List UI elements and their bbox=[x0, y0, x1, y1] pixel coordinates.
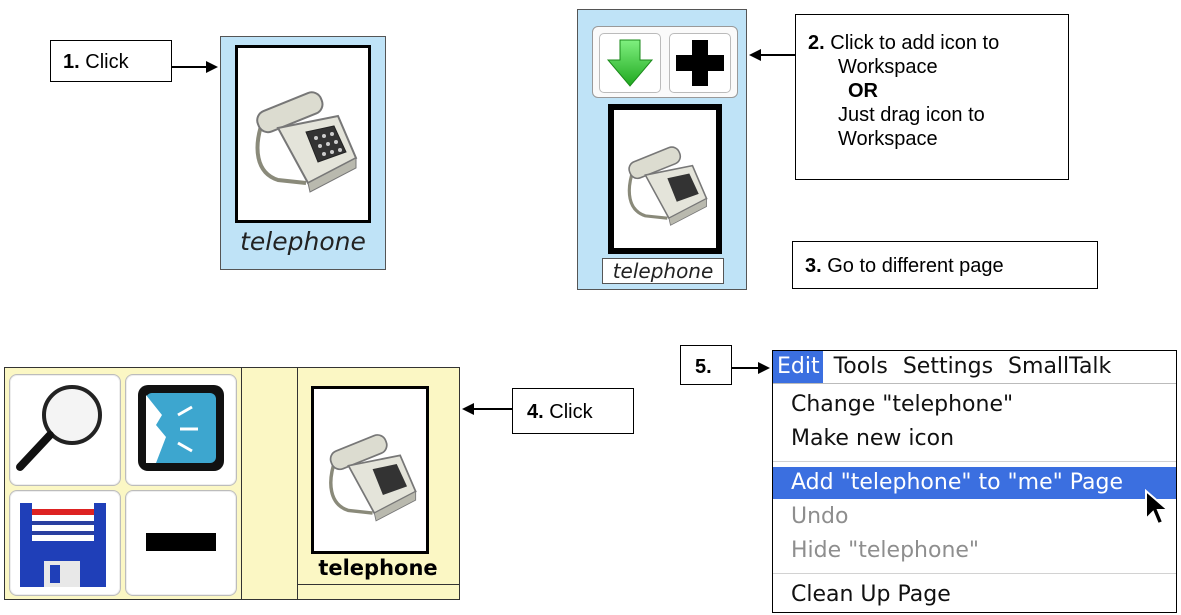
step1-text: Click bbox=[85, 51, 129, 73]
icon-toolbar bbox=[592, 26, 738, 98]
workspace-tile-magnifier[interactable] bbox=[9, 374, 121, 486]
icon-card-label: telephone bbox=[240, 227, 366, 256]
menu-item-clean-up-page[interactable]: Clean Up Page bbox=[773, 579, 1176, 611]
menu-settings[interactable]: Settings bbox=[899, 354, 997, 379]
menu-separator-2 bbox=[773, 573, 1176, 574]
cursor-arrow-icon bbox=[1145, 489, 1171, 526]
floppy-save-icon bbox=[20, 503, 106, 587]
selected-icon-label: telephone bbox=[602, 258, 724, 284]
workspace-card-label: telephone bbox=[318, 556, 438, 580]
workspace-tile-save[interactable] bbox=[9, 490, 121, 596]
menu-item-undo: Undo bbox=[791, 504, 849, 529]
workspace-panel: telephone bbox=[4, 367, 460, 600]
telephone-icon bbox=[627, 146, 708, 226]
add-to-workspace-down-button[interactable] bbox=[599, 33, 661, 93]
menu-separator bbox=[773, 461, 1176, 462]
step4-callout: 4. Click bbox=[512, 388, 634, 434]
menu-smalltalk[interactable]: SmallTalk bbox=[1004, 354, 1115, 379]
menu-tools[interactable]: Tools bbox=[830, 354, 892, 379]
minus-bar-icon bbox=[146, 533, 216, 551]
menu-item-hide-telephone: Hide "telephone" bbox=[791, 538, 980, 563]
step1-callout: 1. Click bbox=[50, 40, 172, 82]
workspace-telephone-card[interactable] bbox=[311, 386, 429, 554]
step4-arrow bbox=[462, 403, 512, 415]
telephone-icon bbox=[255, 91, 358, 193]
speaker-icon bbox=[138, 385, 224, 471]
step2-line4: Workspace bbox=[838, 128, 938, 150]
step5-number: 5. bbox=[695, 356, 712, 378]
step2-callout: 2. Click to add icon to Workspace OR Jus… bbox=[795, 14, 1069, 180]
step5-arrow bbox=[732, 362, 770, 374]
menu-item-add-telephone-to-me-page[interactable]: Add "telephone" to "me" Page bbox=[773, 467, 1176, 499]
step3-number: 3. bbox=[805, 255, 822, 277]
menu-edit[interactable]: Edit bbox=[773, 351, 823, 383]
magnifier-icon bbox=[16, 385, 102, 471]
step2-or: OR bbox=[848, 80, 878, 102]
step2-line1: Click to add icon to bbox=[830, 32, 1000, 54]
menu-item-make-new-icon[interactable]: Make new icon bbox=[773, 423, 1176, 455]
step2-number: 2. bbox=[808, 32, 825, 54]
telephone-icon bbox=[329, 434, 417, 522]
step3-text: Go to different page bbox=[827, 255, 1004, 277]
step2-arrow bbox=[749, 49, 795, 61]
menu-item-change-telephone[interactable]: Change "telephone" bbox=[773, 389, 1176, 421]
plus-icon bbox=[676, 40, 724, 86]
step2-line2: Workspace bbox=[838, 56, 938, 78]
workspace-tile-speaker[interactable] bbox=[125, 374, 237, 486]
step5-callout: 5. bbox=[680, 345, 732, 385]
icon-card-telephone[interactable]: telephone bbox=[220, 36, 386, 270]
icon-card-frame bbox=[235, 45, 371, 223]
step4-text: Click bbox=[549, 401, 593, 423]
menu-bar: Edit Tools Settings SmallTalk bbox=[773, 351, 1176, 384]
selected-icon-panel: telephone bbox=[577, 9, 747, 290]
down-arrow-icon bbox=[606, 39, 654, 87]
workspace-divider bbox=[241, 368, 242, 599]
workspace-tile-minus[interactable] bbox=[125, 490, 237, 596]
step2-line3: Just drag icon to bbox=[838, 104, 985, 126]
step3-callout: 3. Go to different page bbox=[792, 241, 1098, 289]
step4-number: 4. bbox=[527, 401, 544, 423]
step1-number: 1. bbox=[63, 51, 80, 73]
add-icon-plus-button[interactable] bbox=[669, 33, 731, 93]
step1-arrow bbox=[172, 61, 218, 73]
workspace-label-line bbox=[297, 584, 459, 585]
edit-menu: Edit Tools Settings SmallTalk Change "te… bbox=[772, 350, 1177, 613]
selected-icon-frame[interactable] bbox=[608, 104, 722, 254]
